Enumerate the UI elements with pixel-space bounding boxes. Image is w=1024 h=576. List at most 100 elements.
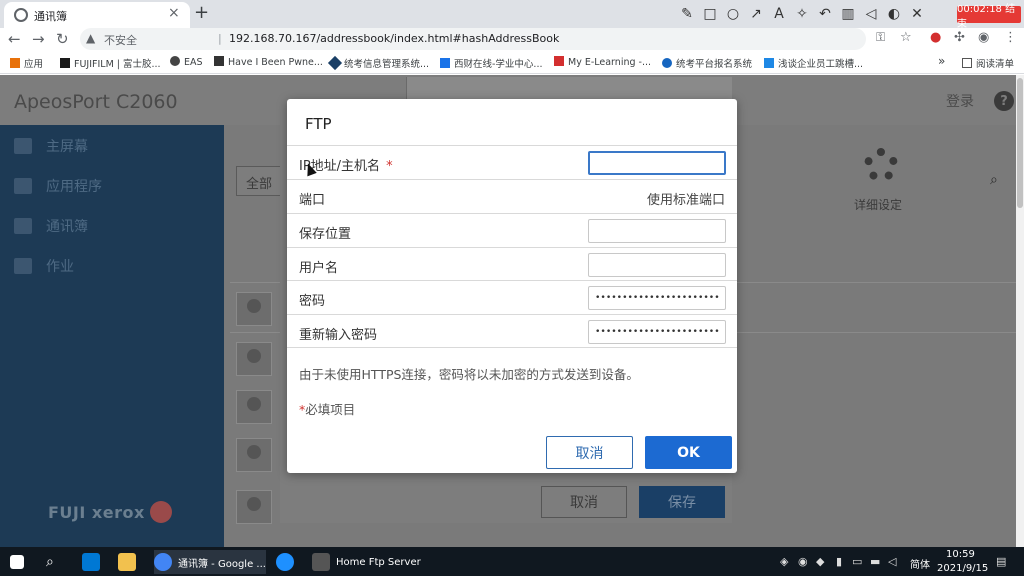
extension-red-icon[interactable]: ●	[930, 30, 941, 45]
clock-date[interactable]: 2021/9/15	[937, 563, 988, 574]
underlying-dialog-header	[406, 77, 732, 101]
rectangle-icon[interactable]: □	[699, 3, 721, 25]
volume-icon[interactable]: ◁	[888, 555, 896, 568]
reading-list-label: 阅读清单	[976, 59, 1015, 70]
field-username-label: 用户名	[299, 261, 339, 276]
field-password: 密码	[287, 280, 737, 314]
puzzle-icon[interactable]: ✣	[954, 30, 965, 45]
undo-icon[interactable]: ↶	[814, 3, 836, 25]
close-icon[interactable]: ✕	[906, 3, 928, 25]
pen-icon[interactable]: ✎	[676, 3, 698, 25]
bookmark-apps[interactable]: 应用	[10, 56, 43, 70]
insecure-label[interactable]: 不安全	[104, 32, 137, 48]
reload-icon[interactable]: ↻	[56, 30, 69, 48]
elearning-icon	[554, 56, 564, 66]
port-value[interactable]: 使用标准端口	[647, 189, 725, 208]
tab-title: 通讯簿	[34, 10, 67, 23]
profile-icon[interactable]: ◉	[978, 30, 989, 45]
sidebar-item-addressbook[interactable]: 通讯簿	[14, 213, 88, 239]
taskbar-app-label: Home Ftp Server	[336, 556, 421, 568]
battery-icon[interactable]: ▬	[870, 555, 880, 568]
microphone-icon[interactable]: ◐	[883, 3, 905, 25]
tab-close-icon[interactable]: ×	[168, 5, 180, 21]
cancel-button[interactable]: 取消	[546, 436, 633, 469]
host-input[interactable]	[588, 151, 726, 175]
circle-icon[interactable]: ○	[722, 3, 744, 25]
bookmark-fujifilm[interactable]: FUJIFILM | 富士胶...	[60, 56, 161, 70]
search-icon[interactable]: ⌕	[990, 172, 998, 188]
mail-icon	[82, 553, 100, 571]
field-confirm-password-label: 重新输入密码	[299, 328, 378, 343]
clock-time[interactable]: 10:59	[946, 549, 975, 560]
confirm-password-input[interactable]	[588, 320, 726, 344]
bookmark-elearning[interactable]: My E-Learning -...	[554, 56, 651, 68]
address-bar[interactable]: ▲ 不安全 | 192.168.70.167/addressbook/index…	[80, 28, 866, 50]
jobs-icon	[14, 258, 32, 274]
contacts-icon	[14, 218, 32, 234]
field-divider	[287, 347, 737, 348]
help-icon[interactable]: ?	[994, 91, 1014, 111]
sidebar-item-home[interactable]: 主屏幕	[14, 133, 88, 159]
back-arrow-icon[interactable]: ←	[8, 30, 21, 48]
reading-list-button[interactable]: 阅读清单	[962, 56, 1014, 70]
star-icon[interactable]: ☆	[900, 30, 912, 45]
bookmark-hibp[interactable]: Have I Been Pwne...	[214, 56, 323, 68]
bookmark-xicai[interactable]: 西财在线-学业中心...	[440, 56, 543, 70]
fuji-xerox-mark-icon	[150, 501, 172, 523]
arrow-icon[interactable]: ↗	[745, 3, 767, 25]
c-logo-icon	[662, 58, 672, 68]
speaker-icon[interactable]: ◁	[860, 3, 882, 25]
eas-icon	[170, 56, 180, 66]
username-input[interactable]	[588, 253, 726, 277]
windows-icon	[10, 555, 24, 569]
wechat-icon[interactable]: ◉	[798, 555, 808, 568]
grid-icon	[14, 178, 32, 194]
bookmark-exam-platform[interactable]: 统考平台报名系统	[662, 56, 752, 70]
forward-arrow-icon[interactable]: →	[32, 30, 45, 48]
bookmark-exam-info[interactable]: 统考信息管理系统...	[327, 55, 429, 71]
underlying-save-button[interactable]: 保存	[639, 486, 725, 518]
network-icon[interactable]: ▭	[852, 555, 862, 568]
key-icon[interactable]: ⚿	[876, 30, 885, 45]
login-link[interactable]: 登录	[946, 91, 974, 111]
required-star: *	[386, 159, 393, 174]
underlying-cancel-button[interactable]: 取消	[541, 486, 627, 518]
filter-label: 全部	[246, 177, 273, 192]
trash-icon[interactable]: ▥	[837, 3, 859, 25]
taskbar-chrome-window[interactable]: 通讯簿 - Google ...	[154, 550, 266, 574]
start-button[interactable]	[10, 550, 24, 574]
field-host: IP地址/主机名 *	[287, 145, 737, 179]
gear-icon	[864, 148, 898, 182]
field-port: 端口 使用标准端口	[287, 179, 737, 213]
bookmark-eas[interactable]: EAS	[170, 56, 203, 68]
mail-app[interactable]	[82, 550, 100, 574]
notification-icon[interactable]: ▤	[996, 555, 1006, 568]
menu-dots-icon[interactable]: ⋮	[1004, 30, 1017, 45]
bookmarks-overflow-button[interactable]: »	[938, 54, 945, 68]
search-button[interactable]: ⌕	[46, 550, 54, 574]
detail-settings-label[interactable]: 详细设定	[854, 196, 902, 213]
tray-app-icon[interactable]: ◈	[780, 555, 788, 568]
ok-button[interactable]: OK	[645, 436, 732, 469]
magic-wand-icon[interactable]: ✧	[791, 3, 813, 25]
ie-app[interactable]	[276, 550, 294, 574]
apps-grid-icon	[10, 58, 20, 68]
sidebar-item-jobs[interactable]: 作业	[14, 253, 74, 279]
scrollbar-thumb[interactable]	[1017, 78, 1023, 208]
contact-avatar	[236, 342, 272, 376]
bookmark-article[interactable]: 浅谈企业员工跳槽...	[764, 56, 863, 70]
save-location-input[interactable]	[588, 219, 726, 243]
browser-tab[interactable]: 通讯簿 ×	[4, 2, 190, 28]
url-text[interactable]: 192.168.70.167/addressbook/index.html#ha…	[229, 32, 559, 45]
sidebar-item-apps[interactable]: 应用程序	[14, 173, 102, 199]
password-input[interactable]	[588, 286, 726, 310]
text-icon[interactable]: A	[768, 3, 790, 25]
ime-indicator[interactable]: 简体	[910, 556, 930, 571]
security-icon[interactable]: ◆	[816, 555, 824, 568]
taskbar-ftp-window[interactable]: Home Ftp Server	[312, 550, 421, 574]
new-tab-button[interactable]: +	[194, 2, 209, 23]
explorer-app[interactable]	[118, 550, 136, 574]
record-stop-button[interactable]: 00:02:18 结束	[957, 4, 1021, 30]
ftp-icon	[312, 553, 330, 571]
microphone-tray-icon[interactable]: ▮	[836, 555, 842, 568]
